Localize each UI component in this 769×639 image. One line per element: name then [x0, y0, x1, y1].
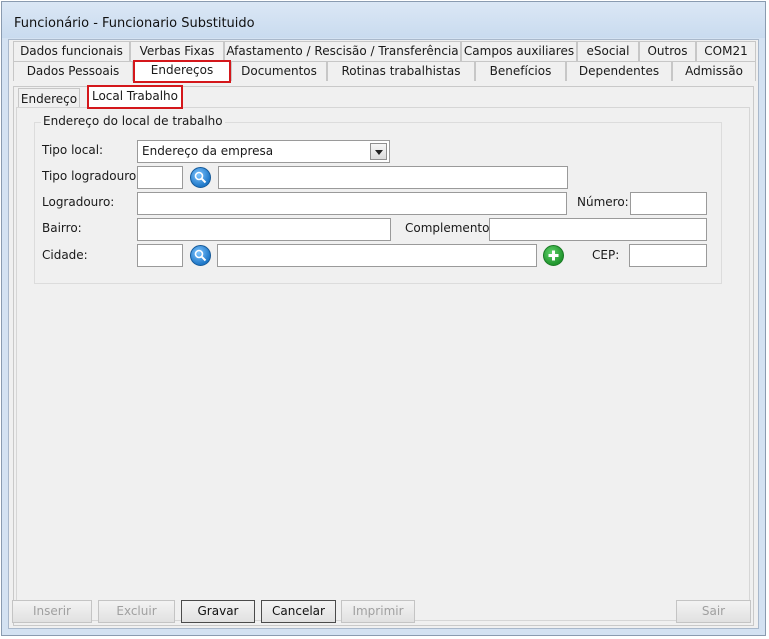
logradouro-label: Logradouro:	[42, 195, 115, 209]
excluir-button[interactable]: Excluir	[98, 600, 175, 623]
search-icon[interactable]	[190, 245, 211, 266]
numero-input[interactable]	[630, 192, 707, 215]
tipo-local-select[interactable]: Endereço da empresa	[137, 140, 390, 163]
main-window: Funcionário - Funcionario Substituido Da…	[1, 1, 766, 636]
tab-enderecos[interactable]: Endereços	[133, 60, 231, 83]
gravar-button[interactable]: Gravar	[181, 600, 255, 623]
tab-afastamento[interactable]: Afastamento / Rescisão / Transferência	[224, 41, 461, 61]
cidade-label: Cidade:	[42, 248, 88, 262]
tipo-logradouro-desc-input[interactable]	[218, 166, 568, 189]
cidade-desc-input[interactable]	[217, 244, 537, 267]
subtab-local-trabalho[interactable]: Local Trabalho	[87, 85, 183, 109]
tab-dados-pessoais[interactable]: Dados Pessoais	[13, 61, 133, 81]
bairro-input[interactable]	[137, 218, 391, 241]
tipo-local-label: Tipo local:	[42, 143, 104, 157]
logradouro-input[interactable]	[137, 192, 567, 215]
window-client: Dados funcionais Verbas Fixas Afastament…	[8, 39, 759, 629]
title-bar: Funcionário - Funcionario Substituido	[2, 2, 765, 38]
tab-beneficios[interactable]: Benefícios	[475, 61, 566, 81]
chevron-down-icon[interactable]	[370, 143, 387, 160]
complemento-input[interactable]	[489, 218, 707, 241]
complemento-label: Complemento:	[405, 221, 494, 235]
plus-icon[interactable]	[543, 245, 564, 266]
inserir-button[interactable]: Inserir	[12, 600, 92, 623]
tab-verbas-fixas[interactable]: Verbas Fixas	[130, 41, 224, 61]
button-bar: Inserir Excluir Gravar Cancelar Imprimir…	[2, 598, 765, 628]
cep-label: CEP:	[592, 248, 620, 262]
imprimir-button[interactable]: Imprimir	[341, 600, 415, 623]
cancelar-button[interactable]: Cancelar	[261, 600, 336, 623]
tab-dependentes[interactable]: Dependentes	[566, 61, 672, 81]
tipo-logradouro-label: Tipo logradouro:	[42, 169, 141, 183]
tab-page-enderecos: Endereço Local Trabalho Endereço do loca…	[13, 85, 754, 626]
window-title: Funcionário - Funcionario Substituido	[14, 16, 255, 31]
tipo-local-value: Endereço da empresa	[142, 144, 274, 158]
tab-esocial[interactable]: eSocial	[577, 41, 639, 61]
local-trabalho-panel: Endereço do local de trabalho Tipo local…	[16, 107, 750, 621]
bairro-label: Bairro:	[42, 221, 82, 235]
tab-campos-auxiliares[interactable]: Campos auxiliares	[461, 41, 577, 61]
search-icon[interactable]	[190, 167, 211, 188]
cep-input[interactable]	[629, 244, 707, 267]
tab-documentos[interactable]: Documentos	[231, 61, 327, 81]
tab-outros[interactable]: Outros	[639, 41, 696, 61]
cidade-code-input[interactable]	[137, 244, 183, 267]
endereco-local-group: Endereço do local de trabalho Tipo local…	[34, 114, 722, 284]
tab-com21[interactable]: COM21	[696, 41, 756, 61]
subtab-endereco[interactable]: Endereço	[18, 88, 80, 109]
group-title: Endereço do local de trabalho	[41, 114, 225, 128]
tipo-logradouro-code-input[interactable]	[137, 166, 183, 189]
tab-admissao[interactable]: Admissão	[672, 61, 756, 81]
numero-label: Número:	[577, 195, 629, 209]
tab-dados-funcionais[interactable]: Dados funcionais	[13, 41, 130, 61]
tab-rotinas-trabalhistas[interactable]: Rotinas trabalhistas	[327, 61, 475, 81]
sair-button[interactable]: Sair	[676, 600, 751, 623]
